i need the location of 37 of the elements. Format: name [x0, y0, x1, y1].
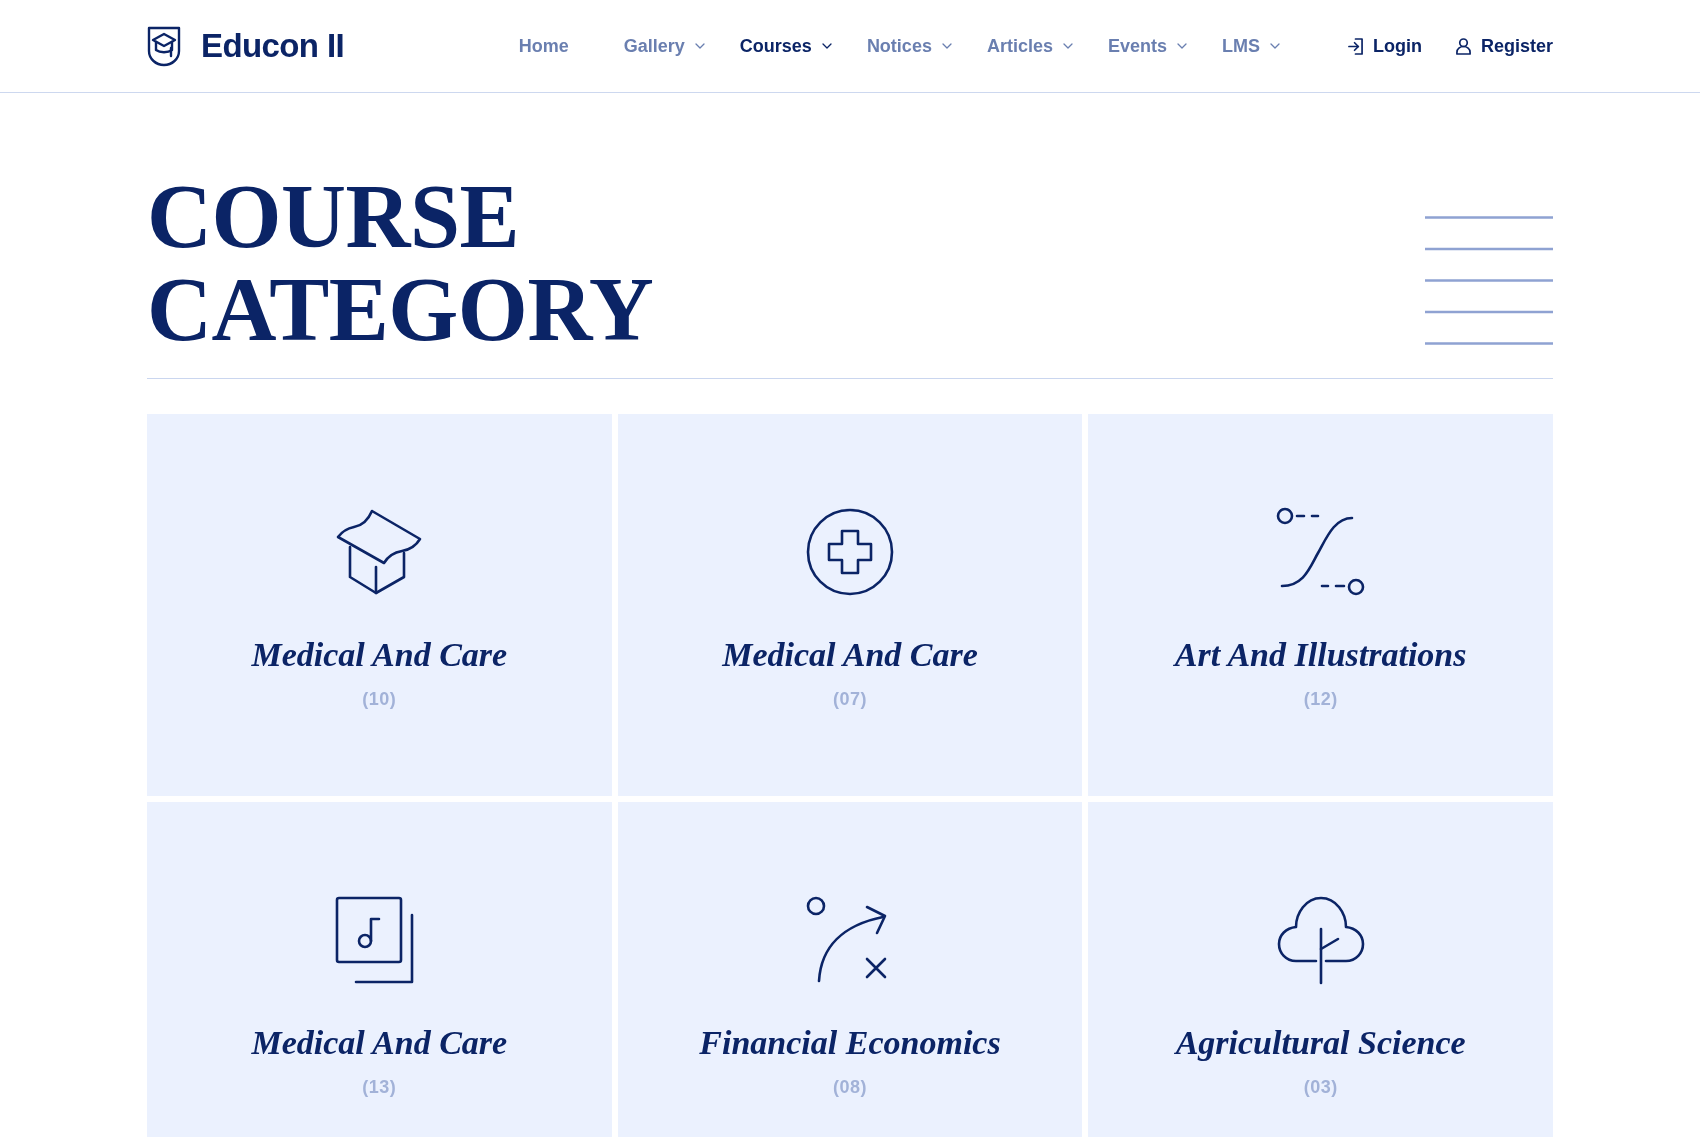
- category-title: Art And Illustrations: [1174, 635, 1467, 675]
- course-count: (10): [362, 688, 397, 711]
- category-card[interactable]: Medical And Care (13): [147, 802, 612, 1137]
- category-title: Medical And Care: [722, 635, 978, 675]
- course-count: (13): [362, 1076, 397, 1099]
- category-card[interactable]: Medical And Care (10): [147, 414, 612, 796]
- nav-link[interactable]: Home: [518, 35, 569, 57]
- chevron-down-icon[interactable]: [821, 43, 832, 49]
- logo[interactable]: Educon II: [147, 25, 345, 67]
- category-title: Medical And Care: [251, 635, 508, 675]
- course-count: (08): [833, 1076, 867, 1099]
- login-icon: [1348, 37, 1363, 55]
- course-count: (03): [1303, 1076, 1338, 1099]
- medical-cross-icon: [805, 507, 895, 597]
- course-count: (07): [833, 688, 867, 711]
- category-card[interactable]: Art And Illustrations (12): [1088, 414, 1553, 796]
- nav-link[interactable]: LMS: [1222, 35, 1260, 57]
- page-title: COURSE CATEGORY: [147, 170, 655, 356]
- tree-icon: [1275, 895, 1366, 985]
- nav-link[interactable]: Articles: [986, 35, 1053, 57]
- category-card[interactable]: Financial Economics (08): [617, 802, 1083, 1137]
- user-icon: [1455, 37, 1471, 55]
- horizontal-lines-icon: [1425, 216, 1553, 345]
- course-count: (12): [1303, 688, 1338, 711]
- nav-link[interactable]: Notices: [866, 35, 932, 57]
- nav-link[interactable]: Courses: [739, 35, 812, 57]
- shield-icon: [147, 25, 181, 67]
- nav-link[interactable]: Gallery: [623, 35, 685, 57]
- category-card[interactable]: Agricultural Science (03): [1088, 802, 1553, 1137]
- bezier-curve-icon: [1275, 507, 1366, 597]
- category-title: Medical And Care: [251, 1023, 508, 1063]
- login-link[interactable]: Login: [1348, 35, 1422, 57]
- register-link[interactable]: Register: [1455, 35, 1553, 57]
- category-card[interactable]: Medical And Care (07): [617, 414, 1083, 796]
- category-title: Financial Economics: [699, 1023, 1001, 1063]
- nav-link[interactable]: Events: [1107, 35, 1167, 57]
- category-title: Agricultural Science: [1175, 1023, 1466, 1063]
